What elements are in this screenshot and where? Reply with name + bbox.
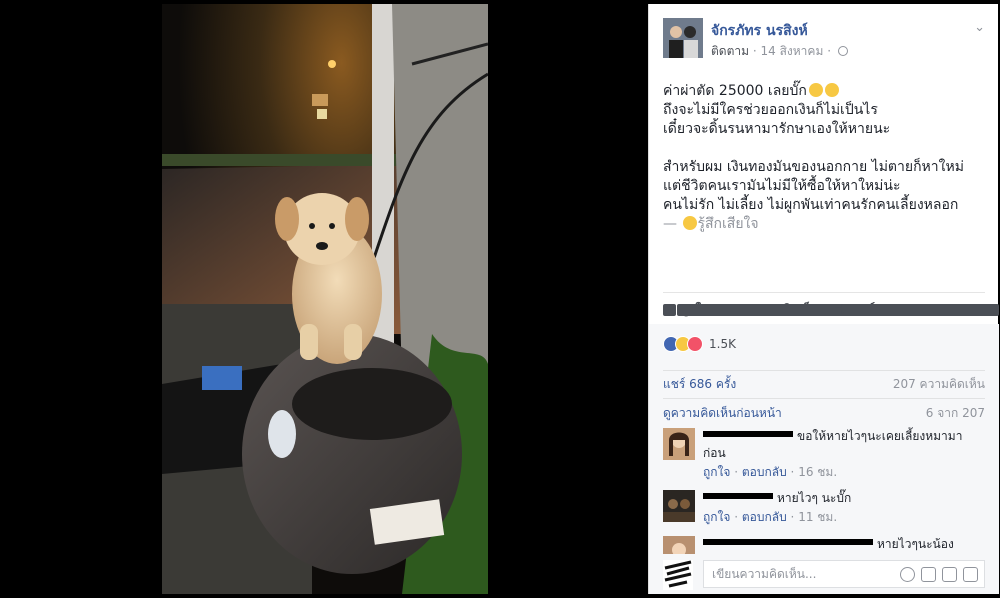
sad-emoji-icon: [683, 216, 698, 230]
commenter-avatar[interactable]: [663, 490, 695, 522]
post-line: เดี๋ยวจะดิ้นรนหามารักษาเองให้หายนะ: [663, 121, 891, 137]
redacted-name: [703, 431, 793, 437]
author-name[interactable]: จักรภัทร นรสิงห์: [711, 20, 808, 42]
comment-time[interactable]: 16 ชม.: [798, 465, 837, 479]
comment-time[interactable]: 11 ชม.: [798, 510, 837, 524]
view-previous-comments-link[interactable]: ดูความคิดเห็นก่อนหน้า: [663, 406, 782, 420]
post-header: จักรภัทร นรสิงห์ ติดตาม · 14 สิงหาคม · ⌄: [663, 18, 985, 64]
comment-text: หายไวๆนะน้อง: [877, 537, 954, 551]
comment-like-link[interactable]: ถูกใจ: [703, 510, 730, 524]
reactions-summary[interactable]: 1.5K: [663, 334, 736, 354]
comment-composer: [663, 556, 985, 590]
comment-button[interactable]: แสดงความคิดเห็น: [677, 300, 999, 319]
post-actions: ถูกใจ แสดงความคิดเห็น แชร์: [663, 292, 999, 324]
crying-emoji-icon: [824, 83, 839, 97]
post-line: ถึงจะไม่มีใครช่วยออกเงินก็ไม่เป็นไร: [663, 102, 878, 118]
post-line: แต่ชีวิตคนเรามันไม่มีให้ซื้อให้หาใหม่น่ะ: [663, 178, 901, 194]
post-line: สำหรับผม เงินทองมันของนอกกาย ไม่ตายก็หาใ…: [663, 159, 964, 175]
previous-comments-count: 6 จาก 207: [925, 406, 985, 420]
laughing-emoji-icon: [808, 83, 823, 97]
feeling-line: — รู้สึกเสียใจ: [663, 216, 759, 232]
post-stats: แชร์ 686 ครั้ง 207 ความคิดเห็น: [663, 370, 985, 392]
feeling-label: รู้สึกเสียใจ: [697, 216, 759, 232]
divider: [663, 398, 985, 399]
comment-input-box: [703, 560, 985, 588]
redacted-name: [703, 493, 773, 499]
camera-icon[interactable]: [921, 567, 936, 582]
post-date[interactable]: 14 สิงหาคม: [761, 44, 824, 58]
share-count[interactable]: แชร์ 686 ครั้ง: [663, 375, 736, 394]
comment-text: หายไวๆ นะบั๊ก: [777, 491, 852, 505]
globe-icon: [837, 46, 848, 56]
gif-icon[interactable]: [942, 567, 957, 582]
comment-like-link[interactable]: ถูกใจ: [703, 465, 730, 479]
current-user-avatar: [663, 560, 693, 590]
like-icon: [663, 303, 676, 316]
engagement-section: 1.5K แชร์ 686 ครั้ง 207 ความคิดเห็น ดูคว…: [649, 324, 999, 594]
post-line: ค่าผ่าตัด 25000 เลยบั๊ก: [663, 83, 807, 99]
author-avatar[interactable]: [663, 18, 703, 58]
post-line: คนไม่รัก ไม่เลี้ยง ไม่ผูกพันเท่าคนรักคนเ…: [663, 197, 959, 213]
commenter-avatar[interactable]: [663, 428, 695, 460]
photo-stage: [0, 0, 648, 598]
post-meta: ติดตาม · 14 สิงหาคม ·: [711, 42, 848, 61]
reaction-count: 1.5K: [709, 337, 736, 351]
chevron-down-icon[interactable]: ⌄: [974, 20, 985, 35]
comment-item: หายไวๆนะน้อง: [663, 536, 985, 554]
sticker-icon[interactable]: [963, 567, 978, 582]
post-text: ค่าผ่าตัด 25000 เลยบั๊ก ถึงจะไม่มีใครช่ว…: [663, 82, 989, 234]
love-reaction-icon: [687, 336, 703, 352]
post-side-panel: จักรภัทร นรสิงห์ ติดตาม · 14 สิงหาคม · ⌄…: [648, 4, 999, 594]
emoji-icon[interactable]: [900, 567, 915, 582]
comment-reply-link[interactable]: ตอบกลับ: [742, 510, 787, 524]
redacted-name: [703, 539, 873, 545]
previous-comments-row: ดูความคิดเห็นก่อนหน้า 6 จาก 207: [663, 404, 985, 423]
comment-input[interactable]: [704, 561, 884, 587]
commenter-avatar[interactable]: [663, 536, 695, 554]
comment-reply-link[interactable]: ตอบกลับ: [742, 465, 787, 479]
comment-count[interactable]: 207 ความคิดเห็น: [893, 375, 985, 394]
follow-link[interactable]: ติดตาม: [711, 44, 749, 58]
post-photo[interactable]: [162, 4, 488, 594]
